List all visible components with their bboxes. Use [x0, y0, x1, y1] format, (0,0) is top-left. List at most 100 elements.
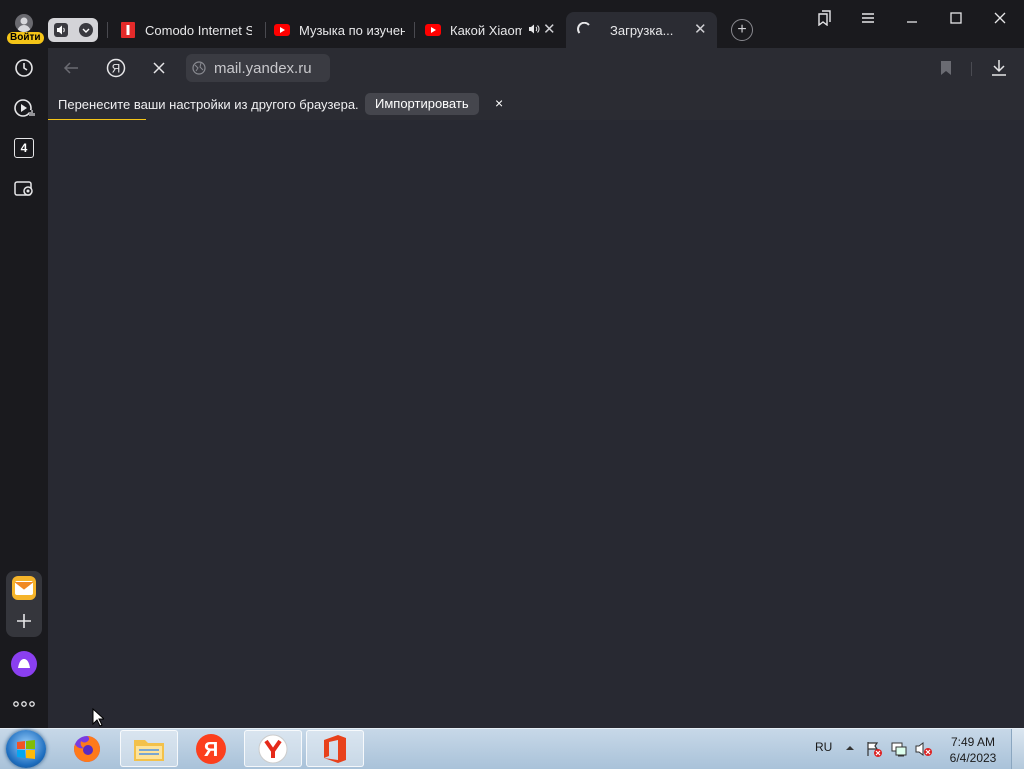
- mail-app-button[interactable]: [12, 576, 36, 600]
- toolbar-divider: [971, 62, 972, 76]
- url-text: mail.yandex.ru: [214, 59, 312, 77]
- yandex-logo-icon: Я: [106, 58, 126, 78]
- svg-text:Я: Я: [112, 62, 121, 76]
- speaker-icon[interactable]: [53, 22, 69, 38]
- close-icon: [994, 12, 1006, 24]
- menu-button[interactable]: [854, 8, 882, 28]
- network-icon: [891, 741, 907, 757]
- import-infobar: Перенесите ваши настройки из другого бра…: [48, 88, 1024, 120]
- tray-volume[interactable]: [915, 741, 933, 757]
- arrow-left-icon: [62, 59, 80, 77]
- alice-icon: [10, 650, 38, 678]
- maximize-button[interactable]: [942, 8, 970, 28]
- tab-title: Какой Xiaomi: [450, 22, 522, 38]
- chevron-up-icon: [845, 744, 855, 752]
- windows-logo-icon: [15, 738, 37, 760]
- tab-title: Загрузка...: [610, 22, 674, 38]
- office-icon: [322, 734, 348, 764]
- tab-xiaomi[interactable]: Какой Xiaomi ✕: [425, 12, 556, 48]
- firefox-icon: [72, 734, 102, 764]
- youtube-icon: [274, 22, 290, 38]
- comodo-icon: [120, 22, 136, 38]
- taskbar-office[interactable]: [306, 730, 364, 767]
- taskbar-yandex[interactable]: Я: [182, 730, 240, 767]
- video-button[interactable]: [8, 92, 40, 124]
- clock-icon: [14, 58, 34, 78]
- tab-music[interactable]: Музыка по изучен: [274, 12, 406, 48]
- address-bar[interactable]: mail.yandex.ru: [186, 54, 330, 82]
- video-icon: [13, 98, 35, 118]
- stop-loading-button[interactable]: [152, 61, 166, 75]
- globe-icon: [192, 61, 206, 75]
- plus-icon: +: [737, 21, 747, 38]
- flag-error-icon: [866, 741, 882, 757]
- downloads-button[interactable]: [991, 59, 1007, 77]
- show-hidden-icons-button[interactable]: [845, 744, 855, 752]
- hamburger-icon: [861, 12, 875, 24]
- close-window-button[interactable]: [986, 8, 1014, 28]
- clock-date: 6/4/2023: [949, 751, 997, 765]
- taskbar-file-explorer[interactable]: [120, 730, 178, 767]
- minimize-button[interactable]: [898, 8, 926, 28]
- mouse-cursor-icon: [92, 708, 104, 727]
- system-clock[interactable]: 7:49 AM 6/4/2023: [944, 734, 1002, 766]
- tab-separator: [107, 22, 108, 38]
- bookmark-icon: [940, 60, 952, 76]
- browser-sidebar: Войти 4: [0, 0, 48, 728]
- yandex-icon: Я: [195, 733, 227, 765]
- taskbar-yandex-browser[interactable]: [244, 730, 302, 767]
- svg-text:Я: Я: [204, 739, 218, 761]
- infobar-close-button[interactable]: ×: [495, 95, 503, 111]
- bookmark-button[interactable]: [940, 60, 952, 76]
- youtube-icon: [425, 22, 441, 38]
- more-button[interactable]: [8, 688, 40, 720]
- navigation-toolbar: Я mail.yandex.ru: [48, 48, 1024, 88]
- mail-icon: [15, 581, 33, 595]
- login-button[interactable]: Войти: [4, 12, 44, 44]
- tray-action-center[interactable]: [866, 741, 882, 757]
- tabs-count: 4: [20, 141, 28, 155]
- language-indicator[interactable]: RU: [815, 740, 832, 754]
- screenshot-button[interactable]: [8, 172, 40, 204]
- minimize-icon: [906, 12, 918, 24]
- volume-muted-icon: [915, 741, 933, 757]
- windows-taskbar: Я RU 7:49 AM 6/4/2023: [0, 728, 1024, 769]
- folder-icon: [133, 735, 165, 763]
- bookmarks-panel-button[interactable]: [810, 8, 838, 28]
- tab-title: Музыка по изучен: [299, 22, 405, 38]
- more-icon: [13, 700, 35, 708]
- media-controls[interactable]: [48, 18, 98, 42]
- page-content-area: [48, 120, 1024, 728]
- show-desktop-button[interactable]: [1011, 729, 1024, 769]
- tab-audio-icon[interactable]: [528, 23, 540, 35]
- chevron-down-icon[interactable]: [78, 22, 94, 38]
- start-button[interactable]: [6, 730, 46, 768]
- yandex-home-button[interactable]: Я: [106, 58, 126, 78]
- history-button[interactable]: [8, 52, 40, 84]
- tabs-counter-button[interactable]: 4: [8, 132, 40, 164]
- yandex-browser-icon: [258, 734, 288, 764]
- new-tab-button[interactable]: +: [731, 19, 753, 41]
- taskbar-firefox[interactable]: [58, 730, 116, 767]
- tab-loading-active[interactable]: Загрузка... ✕: [566, 12, 717, 48]
- collections-icon: [816, 10, 832, 26]
- infobar-message: Перенесите ваши настройки из другого бра…: [58, 97, 359, 112]
- screenshot-icon: [13, 178, 35, 198]
- tab-close-button[interactable]: ✕: [694, 22, 707, 38]
- alice-button[interactable]: [8, 648, 40, 680]
- login-label: Войти: [7, 32, 44, 44]
- tab-separator: [265, 22, 266, 38]
- tab-comodo[interactable]: Comodo Internet S: [120, 12, 260, 48]
- add-app-button[interactable]: [14, 611, 34, 631]
- maximize-icon: [950, 12, 962, 24]
- tray-network[interactable]: [891, 741, 907, 757]
- tab-strip: Comodo Internet S Музыка по изучен Какой…: [48, 0, 1024, 48]
- download-icon: [991, 59, 1007, 77]
- close-icon: [152, 61, 166, 75]
- sidebar-apps-panel: [6, 571, 42, 637]
- back-button[interactable]: [62, 59, 80, 77]
- tabs-counter: 4: [14, 138, 34, 158]
- tab-title: Comodo Internet S: [145, 22, 252, 38]
- tab-close-button[interactable]: ✕: [543, 22, 556, 38]
- import-button[interactable]: Импортировать: [365, 93, 479, 115]
